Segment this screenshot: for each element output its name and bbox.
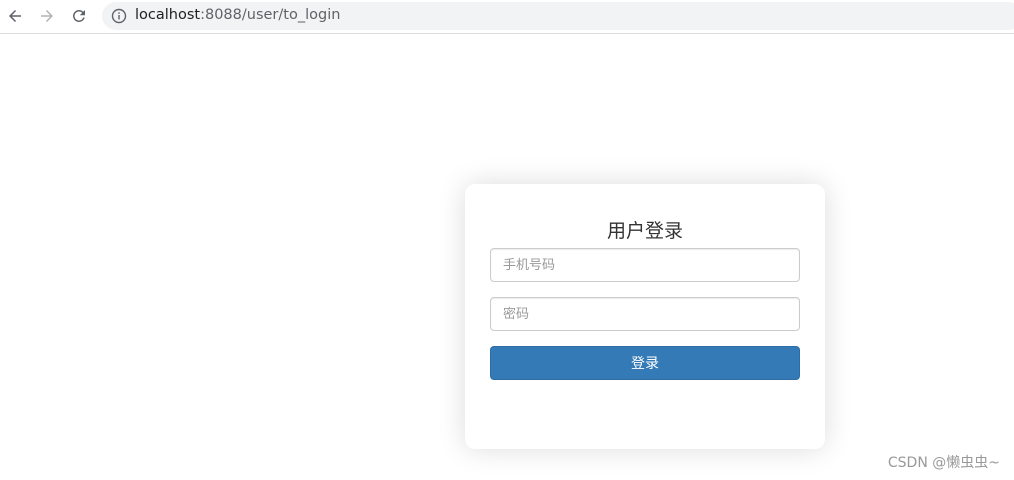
reload-button[interactable] bbox=[67, 4, 91, 28]
info-icon[interactable] bbox=[111, 8, 127, 24]
url-text[interactable]: localhost:8088/user/to_login bbox=[135, 7, 340, 23]
forward-button[interactable] bbox=[35, 4, 59, 28]
address-bar[interactable]: localhost:8088/user/to_login bbox=[102, 2, 1014, 30]
reload-icon bbox=[72, 9, 85, 22]
arrow-right-icon bbox=[41, 10, 53, 22]
login-button[interactable]: 登录 bbox=[490, 346, 800, 380]
watermark: CSDN @懒虫虫~ bbox=[887, 455, 1000, 471]
back-button[interactable] bbox=[3, 4, 27, 28]
url-host: localhost bbox=[135, 7, 201, 23]
arrow-left-icon bbox=[9, 10, 21, 22]
browser-toolbar: localhost:8088/user/to_login bbox=[0, 0, 1014, 34]
url-path: :8088/user/to_login bbox=[200, 7, 341, 23]
login-title: 用户登录 bbox=[606, 220, 683, 242]
login-card: 用户登录 登录 bbox=[465, 184, 825, 449]
phone-input[interactable] bbox=[490, 248, 800, 282]
password-input[interactable] bbox=[490, 297, 800, 331]
